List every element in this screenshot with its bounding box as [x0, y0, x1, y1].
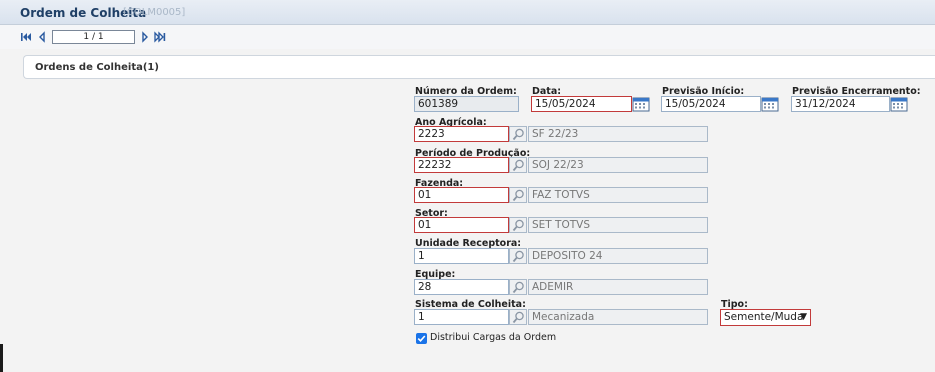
chevron-down-icon: ▼ [800, 312, 807, 322]
fazenda-description: FAZ TOTVS [528, 187, 708, 203]
search-icon[interactable] [509, 309, 527, 325]
search-icon[interactable] [509, 248, 527, 264]
fazenda-field[interactable]: 01 [414, 187, 509, 203]
numero-ordem-field[interactable]: 601389 [414, 96, 519, 112]
search-icon[interactable] [509, 279, 527, 295]
previsao-encerramento-field[interactable]: 31/12/2024 [791, 96, 890, 112]
periodo-producao-description: SOJ 22/23 [528, 157, 708, 173]
calendar-icon[interactable] [761, 96, 779, 112]
search-icon[interactable] [509, 187, 527, 203]
ano-agricola-description: SF 22/23 [528, 126, 708, 142]
last-page-icon[interactable] [154, 31, 166, 43]
search-icon[interactable] [509, 126, 527, 142]
page-indicator[interactable]: 1 / 1 [52, 30, 135, 44]
tipo-selected-value: Semente/Muda [724, 311, 804, 323]
window-edge [0, 344, 3, 372]
next-page-icon[interactable] [139, 31, 151, 43]
distribui-cargas-checkbox[interactable] [416, 333, 427, 344]
setor-description: SET TOTVS [528, 217, 708, 233]
distribui-cargas-label[interactable]: Distribui Cargas da Ordem [430, 332, 556, 343]
sistema-colheita-field[interactable]: 1 [414, 309, 509, 325]
calendar-icon[interactable] [890, 96, 908, 112]
checkmark-icon [417, 335, 426, 342]
first-page-icon[interactable] [20, 31, 32, 43]
orders-panel: Ordens de Colheita(1) [23, 55, 935, 79]
program-code: [COLM0005] [123, 7, 186, 18]
periodo-producao-field[interactable]: 22232 [414, 157, 509, 173]
prev-page-icon[interactable] [36, 31, 48, 43]
window-titlebar: Ordem de Colheita [COLM0005] [0, 0, 935, 25]
search-icon[interactable] [509, 217, 527, 233]
previsao-inicio-field[interactable]: 15/05/2024 [661, 96, 761, 112]
search-icon[interactable] [509, 157, 527, 173]
calendar-icon[interactable] [632, 96, 650, 112]
unidade-receptora-description: DEPOSITO 24 [528, 248, 708, 264]
equipe-description: ADEMIR [528, 279, 708, 295]
data-field[interactable]: 15/05/2024 [531, 96, 632, 112]
panel-title: Ordens de Colheita(1) [35, 62, 159, 73]
unidade-receptora-field[interactable]: 1 [414, 248, 509, 264]
sistema-colheita-description: Mecanizada [528, 309, 708, 325]
ano-agricola-field[interactable]: 2223 [414, 126, 509, 142]
tipo-select[interactable]: Semente/Muda ▼ [720, 309, 811, 326]
equipe-field[interactable]: 28 [414, 279, 509, 295]
setor-field[interactable]: 01 [414, 217, 509, 233]
